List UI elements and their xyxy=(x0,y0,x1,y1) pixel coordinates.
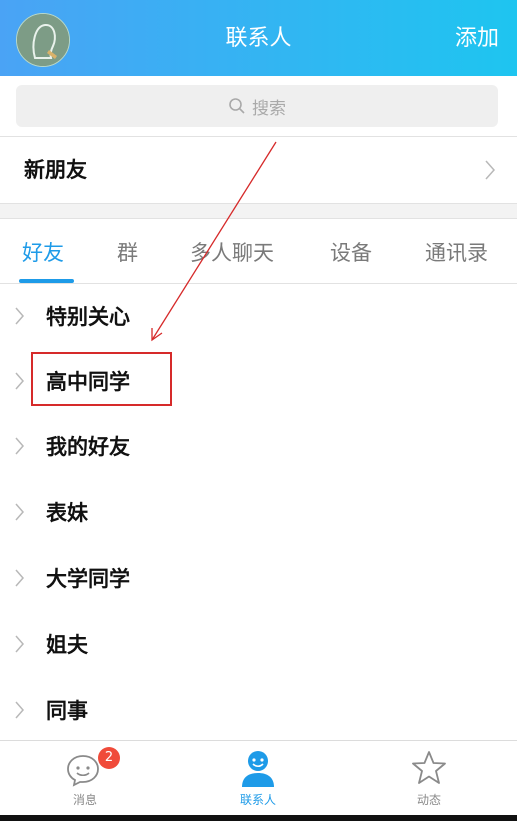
chevron-right-icon xyxy=(15,701,24,719)
search-icon xyxy=(229,98,245,114)
tabbar-item-moments[interactable]: 动态 xyxy=(369,741,489,816)
group-label: 同事 xyxy=(46,699,88,723)
add-button[interactable]: 添加 xyxy=(455,24,499,54)
chevron-right-icon xyxy=(15,307,24,325)
search-input[interactable]: 搜索 xyxy=(16,85,498,127)
group-row[interactable]: 姐夫 xyxy=(0,613,517,677)
contact-tabs: 好友 群 多人聊天 设备 通讯录 xyxy=(0,219,517,283)
group-label: 我的好友 xyxy=(46,435,130,459)
group-row[interactable]: 同事 xyxy=(0,679,517,739)
tab-multi-chat[interactable]: 多人聊天 xyxy=(190,239,274,267)
divider xyxy=(0,283,517,284)
tab-devices[interactable]: 设备 xyxy=(330,239,372,267)
group-row[interactable]: 特别关心 xyxy=(0,285,517,349)
tabbar-label: 动态 xyxy=(416,793,441,807)
tabbar-item-messages[interactable]: 2 消息 xyxy=(25,741,145,816)
tabbar-label: 消息 xyxy=(72,793,97,807)
chevron-right-icon xyxy=(15,437,24,455)
tab-groups[interactable]: 群 xyxy=(117,239,138,267)
group-row[interactable]: 表妹 xyxy=(0,481,517,545)
star-icon xyxy=(412,751,446,784)
group-label: 表妹 xyxy=(46,501,88,525)
group-label: 姐夫 xyxy=(46,633,88,657)
chevron-right-icon xyxy=(15,503,24,521)
new-friends-row[interactable]: 新朋友 xyxy=(0,137,517,203)
highlight-box xyxy=(31,352,172,406)
new-friends-label: 新朋友 xyxy=(24,158,87,182)
group-row[interactable]: 我的好友 xyxy=(0,415,517,479)
top-bar: 联系人 添加 xyxy=(0,0,517,76)
search-section: 搜索 xyxy=(0,76,517,136)
group-label: 大学同学 xyxy=(46,567,130,591)
page-title: 联系人 xyxy=(225,26,292,51)
tab-friends[interactable]: 好友 xyxy=(22,239,64,267)
tabbar-item-contacts[interactable]: 联系人 xyxy=(198,741,318,816)
person-icon xyxy=(242,751,274,787)
section-gap xyxy=(0,204,517,218)
tab-address-book[interactable]: 通讯录 xyxy=(425,239,488,267)
group-label: 特别关心 xyxy=(46,305,130,329)
group-row[interactable]: 大学同学 xyxy=(0,547,517,611)
chevron-right-icon xyxy=(15,569,24,587)
tabbar-label: 联系人 xyxy=(239,793,276,807)
chevron-right-icon xyxy=(15,635,24,653)
chat-bubble-icon xyxy=(67,755,99,787)
chevron-right-icon xyxy=(15,372,24,390)
unread-badge: 2 xyxy=(98,747,120,769)
bottom-tab-bar: 2 消息 联系人 动态 xyxy=(0,740,517,816)
search-placeholder: 搜索 xyxy=(252,98,286,119)
chevron-right-icon xyxy=(485,160,496,180)
bottom-edge xyxy=(0,815,517,821)
